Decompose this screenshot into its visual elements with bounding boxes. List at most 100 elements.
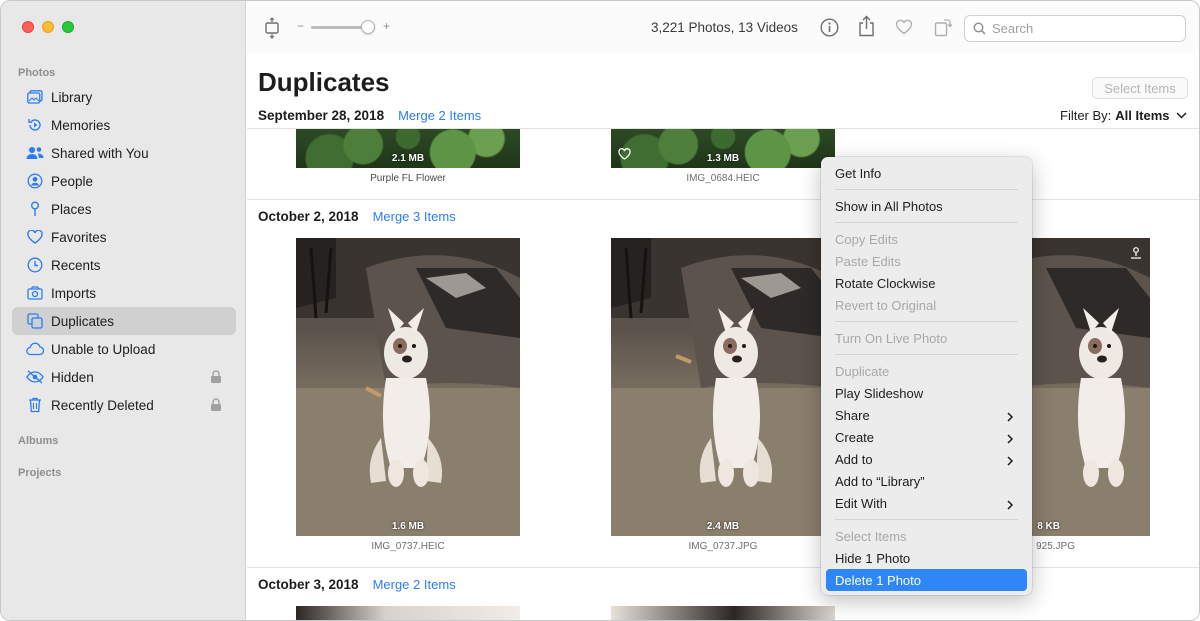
sidebar-item-label: Shared with You bbox=[51, 145, 149, 161]
menu-item-paste-edits: Paste Edits bbox=[835, 253, 901, 269]
sidebar-item-recents[interactable]: Recents bbox=[12, 251, 236, 279]
rotate-icon[interactable] bbox=[934, 17, 953, 42]
zoom-out-button[interactable]: − bbox=[297, 19, 304, 33]
photo-thumbnail[interactable]: 1.6 MB bbox=[296, 238, 520, 536]
sidebar-item-library[interactable]: Library bbox=[12, 83, 236, 111]
filter-dropdown[interactable]: Filter By: All Items bbox=[1060, 108, 1188, 123]
search-field[interactable] bbox=[964, 15, 1186, 42]
library-icon bbox=[26, 88, 44, 106]
imports-icon bbox=[26, 284, 44, 302]
photo-thumbnail[interactable] bbox=[611, 606, 835, 620]
menu-item-select-items: Select Items bbox=[835, 528, 907, 544]
photo-thumbnail[interactable]: 1.3 MB bbox=[611, 129, 835, 168]
zoom-window-button[interactable] bbox=[62, 21, 74, 33]
clock-icon bbox=[26, 256, 44, 274]
group-header: October 2, 2018 Merge 3 Items bbox=[258, 209, 456, 224]
file-size: 2.1 MB bbox=[391, 153, 425, 164]
menu-item-create[interactable]: Create bbox=[826, 426, 1027, 448]
view-toggle-icon[interactable] bbox=[263, 17, 281, 44]
minimize-window-button[interactable] bbox=[42, 21, 54, 33]
sidebar-item-favorites[interactable]: Favorites bbox=[12, 223, 236, 251]
chevron-right-icon bbox=[1007, 432, 1015, 444]
divider bbox=[247, 199, 1199, 200]
sidebar-item-unable-to-upload[interactable]: Unable to Upload bbox=[12, 335, 236, 363]
menu-item-add-to-library[interactable]: Add to “Library” bbox=[826, 470, 1027, 492]
file-size: 1.6 MB bbox=[391, 521, 425, 532]
sidebar-list: Library Memories Shared with You People … bbox=[12, 83, 236, 419]
window-controls bbox=[22, 21, 74, 33]
menu-item-copy-edits: Copy Edits bbox=[835, 231, 898, 247]
group-date: September 28, 2018 bbox=[258, 108, 385, 123]
photo-name: IMG_0737.JPG bbox=[688, 541, 758, 552]
sidebar-item-hidden[interactable]: Hidden bbox=[12, 363, 236, 391]
menu-item-duplicate: Duplicate bbox=[835, 363, 890, 379]
share-icon[interactable] bbox=[858, 15, 875, 42]
sidebar-section-projects[interactable]: Projects bbox=[18, 467, 61, 479]
main-content: Duplicates Select Items September 28, 20… bbox=[247, 53, 1199, 620]
shared-with-you-icon bbox=[26, 144, 44, 162]
merge-button[interactable]: Merge 2 Items bbox=[398, 108, 481, 123]
sidebar-item-duplicates[interactable]: Duplicates bbox=[12, 307, 236, 335]
dog-photo-image bbox=[611, 238, 835, 536]
chevron-right-icon bbox=[1007, 454, 1015, 466]
chevron-down-icon bbox=[1176, 112, 1188, 119]
sidebar-item-memories[interactable]: Memories bbox=[12, 111, 236, 139]
menu-item-revert-to-original: Revert to Original bbox=[835, 297, 937, 313]
menu-item-label: Add to bbox=[835, 451, 873, 467]
menu-item-hide-photo[interactable]: Hide 1 Photo bbox=[826, 547, 1027, 569]
sidebar-item-imports[interactable]: Imports bbox=[12, 279, 236, 307]
zoom-slider-knob[interactable] bbox=[361, 20, 375, 34]
menu-item-rotate-clockwise[interactable]: Rotate Clockwise bbox=[826, 272, 1027, 294]
page-title: Duplicates bbox=[258, 67, 390, 97]
dog-photo-image bbox=[296, 238, 520, 536]
select-items-button[interactable]: Select Items bbox=[1092, 77, 1188, 99]
photo-thumbnail[interactable]: 2.4 MB bbox=[611, 238, 835, 536]
sidebar-item-label: Favorites bbox=[51, 229, 107, 245]
menu-item-show-in-all-photos[interactable]: Show in All Photos bbox=[826, 195, 1027, 217]
sidebar-item-recently-deleted[interactable]: Recently Deleted bbox=[12, 391, 236, 419]
merge-button[interactable]: Merge 2 Items bbox=[373, 577, 456, 592]
search-icon bbox=[973, 22, 986, 35]
photo-thumbnail[interactable] bbox=[296, 606, 520, 620]
menu-item-delete-photo[interactable]: Delete 1 Photo bbox=[826, 569, 1027, 591]
file-size: 2.4 MB bbox=[706, 521, 740, 532]
file-size: 1.3 MB bbox=[706, 153, 740, 164]
photo-count: 3,221 Photos, 13 Videos bbox=[651, 20, 798, 35]
info-icon[interactable] bbox=[820, 18, 839, 42]
menu-item-share[interactable]: Share bbox=[826, 404, 1027, 426]
cloud-icon bbox=[26, 340, 44, 358]
heart-icon[interactable] bbox=[895, 19, 913, 40]
sidebar-item-people[interactable]: People bbox=[12, 167, 236, 195]
photo-name: IMG_0684.HEIC bbox=[686, 173, 760, 184]
menu-item-play-slideshow[interactable]: Play Slideshow bbox=[826, 382, 1027, 404]
menu-item-edit-with[interactable]: Edit With bbox=[826, 492, 1027, 514]
sidebar-item-shared-with-you[interactable]: Shared with You bbox=[12, 139, 236, 167]
toolbar: − + 3,221 Photos, 13 Videos bbox=[247, 1, 1199, 53]
group-header: October 3, 2018 Merge 2 Items bbox=[258, 577, 456, 592]
menu-item-add-to[interactable]: Add to bbox=[826, 448, 1027, 470]
menu-item-label: Share bbox=[835, 407, 870, 423]
sidebar-section-albums[interactable]: Albums bbox=[18, 435, 58, 447]
photo-thumbnail[interactable]: 2.1 MB bbox=[296, 129, 520, 168]
menu-item-label: Create bbox=[835, 429, 875, 445]
menu-separator bbox=[835, 354, 1018, 355]
context-menu: Get Info Show in All Photos Copy Edits P… bbox=[821, 157, 1032, 595]
group-header: September 28, 2018 Merge 2 Items bbox=[258, 108, 481, 123]
sidebar-item-label: Duplicates bbox=[51, 313, 115, 329]
menu-separator bbox=[835, 222, 1018, 223]
search-input[interactable] bbox=[992, 21, 1172, 36]
live-photo-icon bbox=[1130, 246, 1142, 260]
sidebar-item-places[interactable]: Places bbox=[12, 195, 236, 223]
menu-separator bbox=[835, 519, 1018, 520]
sidebar-item-label: People bbox=[51, 173, 94, 189]
sidebar-item-label: Recents bbox=[51, 257, 101, 273]
close-window-button[interactable] bbox=[22, 21, 34, 33]
filter-value: All Items bbox=[1115, 108, 1170, 123]
zoom-in-button[interactable]: + bbox=[383, 19, 390, 33]
chevron-right-icon bbox=[1007, 498, 1015, 510]
menu-item-get-info[interactable]: Get Info bbox=[826, 162, 1027, 184]
group-date: October 2, 2018 bbox=[258, 209, 359, 224]
group-date: October 3, 2018 bbox=[258, 577, 359, 592]
merge-button[interactable]: Merge 3 Items bbox=[373, 209, 456, 224]
eye-slash-icon bbox=[26, 368, 44, 386]
